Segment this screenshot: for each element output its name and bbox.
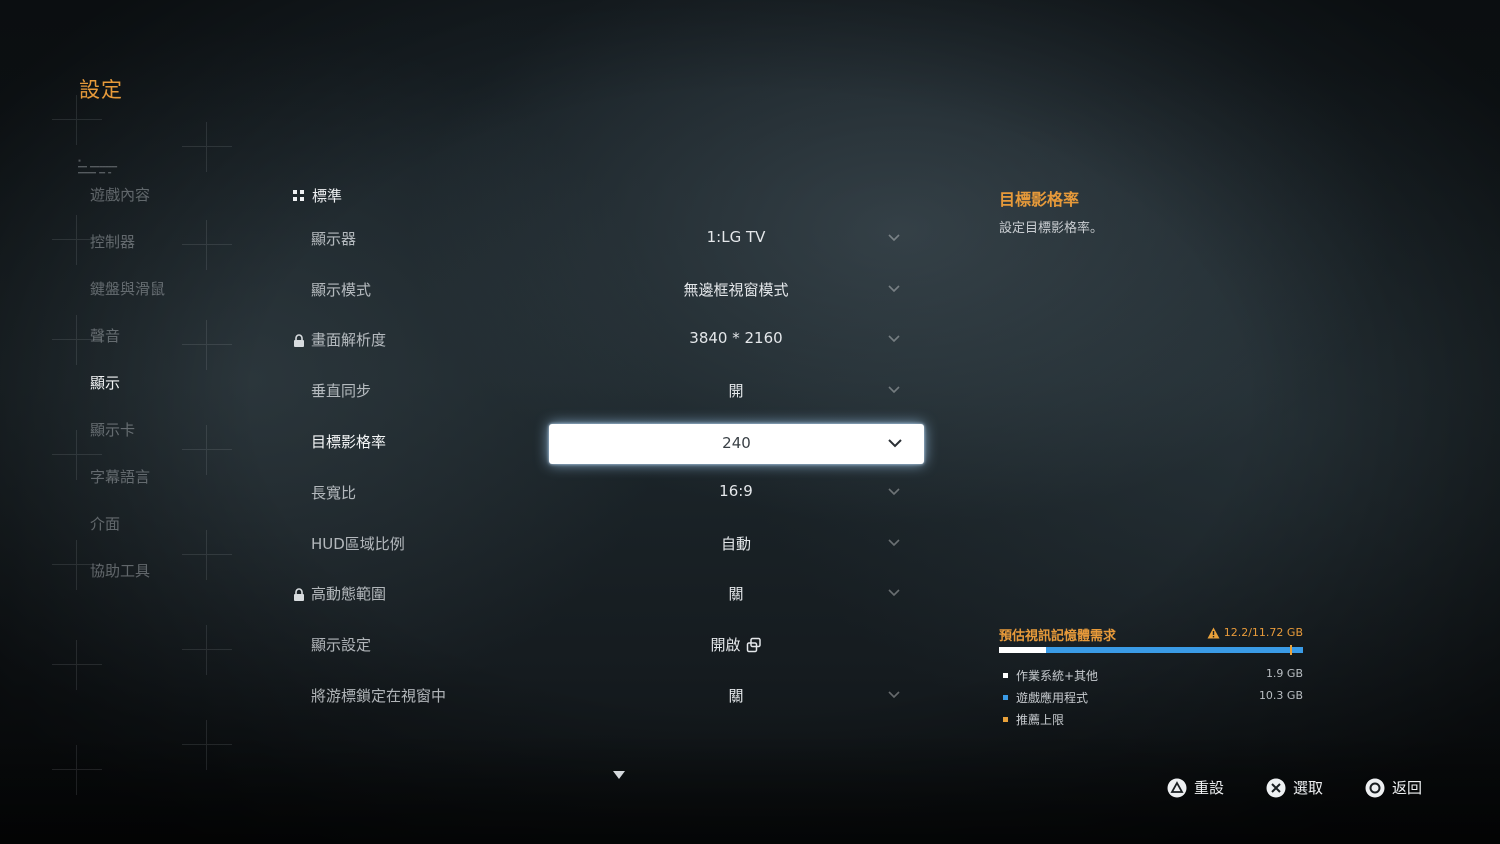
crosshair-decoration xyxy=(182,122,232,172)
setting-label: 顯示設定 xyxy=(311,636,372,654)
setting-row-vsync[interactable]: 垂直同步 開 xyxy=(0,367,960,417)
setting-row-hdr[interactable]: 高動態範圍 關 xyxy=(0,570,960,620)
legend-item: 推薦上限 xyxy=(999,711,1303,733)
vram-total: 12.2/11.72 GB xyxy=(1207,626,1303,639)
help-title: 目標影格率 xyxy=(999,190,1080,209)
setting-label: 畫面解析度 xyxy=(311,331,387,349)
chevron-down-icon[interactable] xyxy=(888,285,900,293)
external-window-icon xyxy=(746,637,761,653)
lock-icon xyxy=(294,334,304,347)
setting-label: 顯示模式 xyxy=(311,281,372,299)
circle-button-icon xyxy=(1365,778,1385,797)
crosshair-decoration xyxy=(52,745,102,795)
lock-icon xyxy=(294,588,304,601)
setting-row-cursor-lock[interactable]: 將游標鎖定在視窗中 關 xyxy=(0,672,960,722)
chevron-down-icon[interactable] xyxy=(888,539,900,547)
setting-row-display-settings[interactable]: 顯示設定 開啟 xyxy=(0,621,960,671)
vram-segment-game xyxy=(1046,647,1303,653)
setting-row-monitor[interactable]: 顯示器 1:LG TV xyxy=(0,215,960,265)
setting-label: 高動態範圍 xyxy=(311,585,387,603)
legend-item: 作業系統+其他 1.9 GB xyxy=(999,667,1303,689)
setting-row-hud-scale[interactable]: HUD區域比例 自動 xyxy=(0,520,960,570)
setting-row-resolution[interactable]: 畫面解析度 3840 * 2160 xyxy=(0,316,960,366)
setting-label: HUD區域比例 xyxy=(311,535,405,553)
warning-icon xyxy=(1207,627,1220,638)
setting-label: 將游標鎖定在視窗中 xyxy=(311,687,447,705)
back-button[interactable]: 返回 xyxy=(1365,777,1422,798)
back-label: 返回 xyxy=(1391,779,1422,797)
setting-label: 顯示器 xyxy=(311,230,357,248)
vram-title: 預估視訊記憶體需求 xyxy=(999,629,1117,644)
section-title: 標準 xyxy=(312,187,343,205)
legend-value: 10.3 GB xyxy=(1258,689,1303,702)
legend-dot-white xyxy=(1003,673,1008,678)
chevron-down-icon[interactable] xyxy=(888,386,900,394)
reset-label: 重設 xyxy=(1193,779,1224,797)
setting-value: 3840 * 2160 xyxy=(689,329,783,347)
vram-total-value: 12.2/11.72 GB xyxy=(1223,626,1303,639)
legend-item: 遊戲應用程式 10.3 GB xyxy=(999,689,1303,711)
legend-label: 推薦上限 xyxy=(1016,713,1065,727)
setting-value: 無邊框視窗模式 xyxy=(683,281,789,299)
legend-label: 遊戲應用程式 xyxy=(1016,691,1089,705)
vram-segment-os xyxy=(999,647,1047,653)
legend-dot-blue xyxy=(1003,695,1008,700)
dropdown-value: 240 xyxy=(722,434,751,452)
section-header: 標準 xyxy=(293,185,342,206)
chevron-down-icon xyxy=(888,439,902,448)
vram-usage-bar xyxy=(999,645,1303,655)
crosshair-decoration xyxy=(182,720,232,770)
settings-screen: 設定 ▪ ▬▬▬ ▬▬▬▬▬▬▬▬▬ ▬▬▬▬▬▬ ▬▬ ▬ 遊戲內容 控制器 鍵盤… xyxy=(0,0,1500,844)
legend-dot-orange xyxy=(1003,717,1008,722)
setting-value: 自動 xyxy=(720,535,751,553)
setting-value: 關 xyxy=(728,585,744,603)
setting-value-open[interactable]: 開啟 xyxy=(550,634,922,655)
legend-label: 作業系統+其他 xyxy=(1016,669,1099,683)
footer-actions: 重設 選取 返回 xyxy=(1125,777,1422,798)
setting-label: 目標影格率 xyxy=(311,433,387,451)
select-label: 選取 xyxy=(1292,779,1323,797)
scroll-down-arrow-icon[interactable] xyxy=(613,771,625,779)
setting-row-aspect-ratio[interactable]: 長寬比 16:9 xyxy=(0,469,960,519)
setting-value: 1:LG TV xyxy=(706,228,766,246)
chevron-down-icon[interactable] xyxy=(888,488,900,496)
grid-dots-icon xyxy=(293,189,305,202)
cross-button-icon xyxy=(1266,778,1286,797)
target-framerate-dropdown[interactable]: 240 xyxy=(549,424,924,464)
setting-value: 開 xyxy=(728,382,744,400)
chevron-down-icon[interactable] xyxy=(888,234,900,242)
chevron-down-icon[interactable] xyxy=(888,691,900,699)
help-description: 設定目標影格率。 xyxy=(999,221,1104,236)
open-label: 開啟 xyxy=(710,636,741,654)
reset-button[interactable]: 重設 xyxy=(1167,777,1224,798)
select-button[interactable]: 選取 xyxy=(1266,777,1323,798)
vram-recommended-limit-marker xyxy=(1290,645,1293,655)
setting-value: 16:9 xyxy=(719,482,753,500)
setting-label: 長寬比 xyxy=(311,484,357,502)
chevron-down-icon[interactable] xyxy=(888,335,900,343)
triangle-button-icon xyxy=(1167,778,1187,797)
page-title: 設定 xyxy=(79,78,123,102)
decorative-micro-text: ▪ ▬▬▬ ▬▬▬▬▬▬▬▬▬ ▬▬▬▬▬▬ ▬▬ ▬ xyxy=(78,158,118,176)
setting-label: 垂直同步 xyxy=(311,382,372,400)
legend-value: 1.9 GB xyxy=(1265,667,1303,680)
vram-legend: 作業系統+其他 1.9 GB 遊戲應用程式 10.3 GB 推薦上限 xyxy=(999,667,1303,733)
setting-value: 關 xyxy=(728,687,744,705)
setting-row-display-mode[interactable]: 顯示模式 無邊框視窗模式 xyxy=(0,266,960,316)
chevron-down-icon[interactable] xyxy=(888,589,900,597)
